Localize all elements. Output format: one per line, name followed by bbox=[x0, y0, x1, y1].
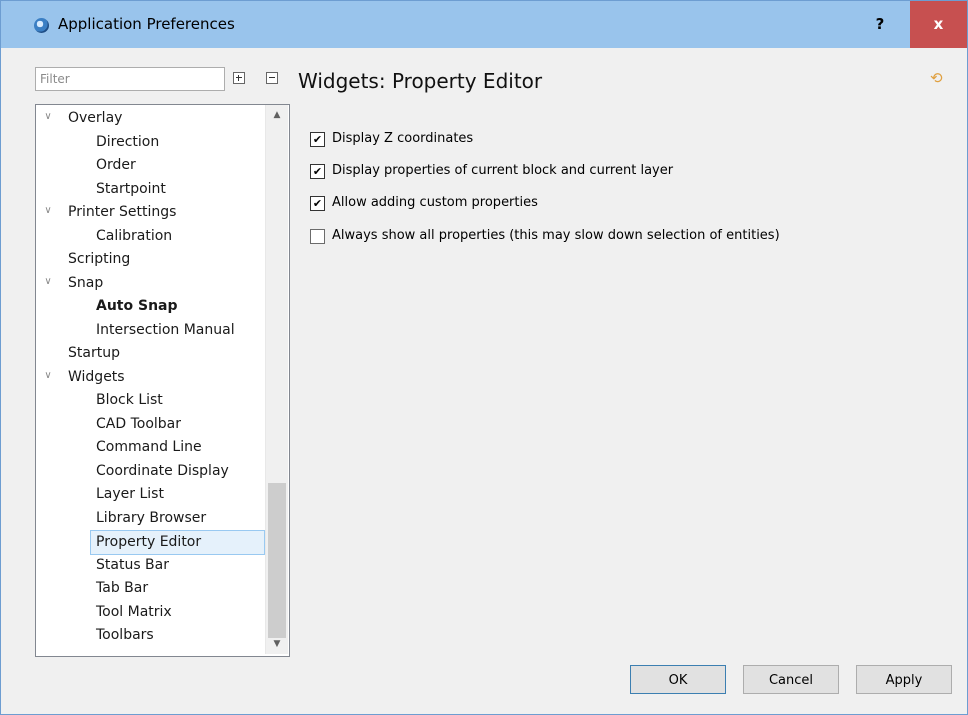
tree-item[interactable]: Direction bbox=[96, 131, 159, 154]
option-checkbox[interactable]: ✔ bbox=[310, 132, 325, 147]
close-button[interactable]: x bbox=[910, 1, 967, 48]
expand-all-icon[interactable] bbox=[233, 72, 245, 84]
option-label: Always show all properties (this may slo… bbox=[332, 228, 780, 243]
scroll-up-icon[interactable]: ▲ bbox=[266, 107, 288, 124]
tree-item[interactable]: Toolbars bbox=[96, 624, 154, 647]
collapse-all-icon[interactable] bbox=[266, 72, 278, 84]
tree-item[interactable]: Status Bar bbox=[96, 554, 169, 577]
tree-item[interactable]: Order bbox=[96, 154, 136, 177]
window-title: Application Preferences bbox=[58, 15, 235, 33]
tree-item[interactable]: Printer Settings bbox=[68, 201, 176, 224]
tree-item[interactable]: Property Editor bbox=[90, 530, 265, 555]
tree-item[interactable]: Coordinate Display bbox=[96, 460, 229, 483]
chevron-down-icon[interactable]: ∨ bbox=[42, 111, 54, 122]
chevron-down-icon[interactable]: ∨ bbox=[42, 205, 54, 216]
option-label: Display properties of current block and … bbox=[332, 163, 674, 178]
option-checkbox[interactable]: ✔ bbox=[310, 196, 325, 211]
chevron-down-icon[interactable]: ∨ bbox=[42, 276, 54, 287]
tree-scrollbar[interactable]: ▲ ▼ bbox=[265, 105, 288, 654]
tree-item[interactable]: Auto Snap bbox=[96, 295, 178, 318]
tree-item[interactable]: Tab Bar bbox=[96, 577, 148, 600]
tree-item[interactable]: Startpoint bbox=[96, 178, 166, 201]
cancel-button[interactable]: Cancel bbox=[743, 665, 839, 694]
option-checkbox[interactable]: ✔ bbox=[310, 164, 325, 179]
chevron-down-icon[interactable]: ∨ bbox=[42, 370, 54, 381]
tree-item[interactable]: Tool Matrix bbox=[96, 601, 172, 624]
app-icon bbox=[34, 18, 49, 33]
tree-item[interactable]: Overlay bbox=[68, 107, 122, 130]
tree-item[interactable]: Widgets bbox=[68, 366, 125, 389]
help-button[interactable]: ? bbox=[850, 1, 910, 48]
tree-item[interactable]: Calibration bbox=[96, 225, 172, 248]
tree-item[interactable]: Command Line bbox=[96, 436, 202, 459]
tree-item[interactable]: Layer List bbox=[96, 483, 164, 506]
preferences-window: Application Preferences ? x Widgets: Pro… bbox=[0, 0, 968, 715]
scroll-down-icon[interactable]: ▼ bbox=[266, 636, 288, 653]
option-label: Allow adding custom properties bbox=[332, 195, 538, 210]
apply-button[interactable]: Apply bbox=[856, 665, 952, 694]
tree-item[interactable]: Snap bbox=[68, 272, 103, 295]
tree-item[interactable]: CAD Toolbar bbox=[96, 413, 181, 436]
preferences-tree[interactable]: ∨ Overlay Direction Order Startpoint ∨ Printer… bbox=[35, 104, 290, 657]
ok-button[interactable]: OK bbox=[630, 665, 726, 694]
page-title: Widgets: Property Editor bbox=[298, 69, 543, 93]
scroll-thumb[interactable] bbox=[268, 483, 286, 638]
tree-item[interactable]: Intersection Manual bbox=[96, 319, 235, 342]
option-checkbox[interactable] bbox=[310, 229, 325, 244]
title-bar[interactable]: Application Preferences ? x bbox=[1, 1, 967, 48]
tree-item[interactable]: Scripting bbox=[68, 248, 130, 271]
option-label: Display Z coordinates bbox=[332, 131, 474, 146]
tree-item[interactable]: Block List bbox=[96, 389, 163, 412]
revert-icon[interactable]: ⟲ bbox=[930, 69, 943, 87]
tree-item[interactable]: Library Browser bbox=[96, 507, 206, 530]
filter-input[interactable] bbox=[35, 67, 225, 91]
tree-item[interactable]: Startup bbox=[68, 342, 120, 365]
